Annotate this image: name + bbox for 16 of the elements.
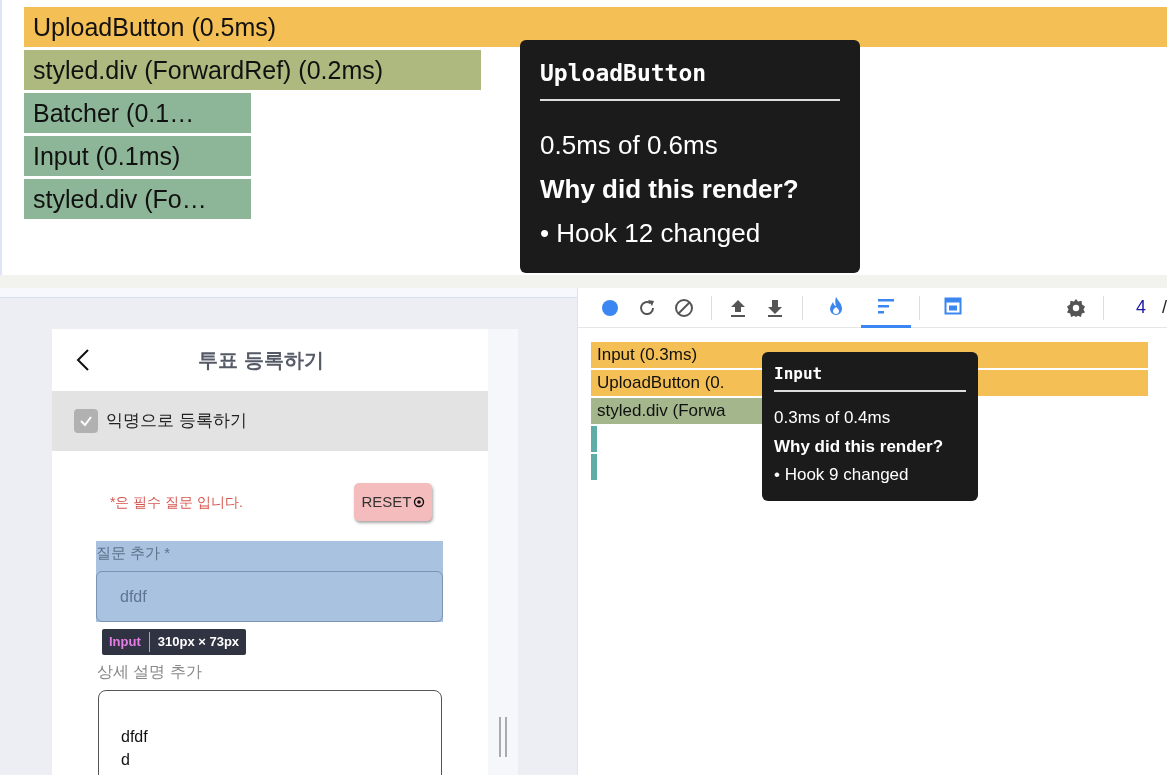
render-duration: 0.5ms of 0.6ms: [540, 128, 719, 162]
element-size: 310px × 73px: [157, 633, 240, 652]
field-label: 상세 설명 추가: [97, 662, 203, 682]
commit-number: 4: [1135, 296, 1146, 319]
field-label: 질문 추가 *: [96, 543, 172, 563]
tooltip-title: UploadButton: [540, 56, 840, 101]
commit-separator: /: [1162, 296, 1167, 319]
component-name: Input: [109, 632, 150, 652]
page-title: 투표 등록하기: [198, 348, 324, 373]
tooltip-title: Input: [774, 362, 966, 392]
checkbox-label: 익명으로 등록하기: [106, 410, 247, 433]
required-note: *은 필수 질문 입니다.: [110, 492, 243, 512]
render-reason: • Hook 12 changed: [540, 216, 762, 250]
tooltip-heading: Why did this render?: [540, 172, 800, 206]
render-reason: • Hook 9 changed: [774, 464, 910, 486]
tooltip-heading: Why did this render?: [774, 435, 945, 458]
